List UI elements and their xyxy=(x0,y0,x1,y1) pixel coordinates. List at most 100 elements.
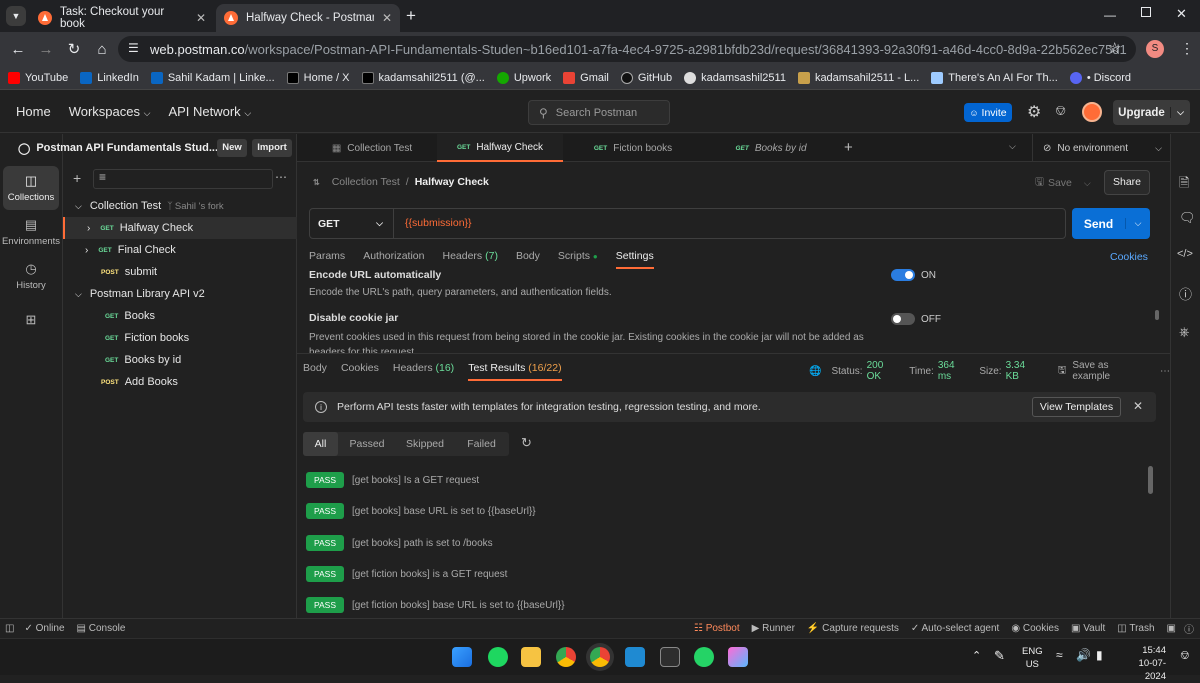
more-options-icon[interactable]: ⋯ xyxy=(1160,366,1170,377)
sidebar-item-halfway-check[interactable]: › GET Halfway Check xyxy=(63,217,297,239)
console-button[interactable]: ▤ Console xyxy=(77,623,126,634)
tab-books-by-id[interactable]: GET Books by id xyxy=(703,134,839,162)
nav-workspaces[interactable]: Workspaces ⌵ xyxy=(69,104,151,119)
documentation-icon[interactable]: 🗎 xyxy=(1179,174,1189,196)
profile-avatar[interactable]: S xyxy=(1146,40,1164,58)
toggle-sidebar-icon[interactable]: ◫ xyxy=(5,623,14,634)
back-arrow-icon[interactable]: ← xyxy=(4,41,32,58)
url-input[interactable]: {{submission}} xyxy=(405,217,472,229)
trash-button[interactable]: ◫ Trash xyxy=(1117,623,1154,634)
browser-tab-halfway[interactable]: Halfway Check - Postman API F ✕ xyxy=(216,4,400,32)
bookmark-gmail[interactable]: Gmail xyxy=(557,71,615,84)
tab-collection-test[interactable]: ▦ Collection Test xyxy=(309,134,435,162)
vscode-icon[interactable] xyxy=(625,647,645,667)
import-button[interactable]: Import xyxy=(252,139,292,157)
related-collections-icon[interactable]: ⎈ xyxy=(1179,324,1189,340)
filter-passed[interactable]: Passed xyxy=(338,438,396,450)
bookmark-kadam-2[interactable]: kadamsahil2511 - L... xyxy=(792,71,925,84)
vault-button[interactable]: ▣ Vault xyxy=(1071,623,1105,634)
battery-icon[interactable]: ▮ xyxy=(1096,648,1103,662)
forward-arrow-icon[interactable]: → xyxy=(32,41,60,58)
chevron-down-icon[interactable]: ⌵ xyxy=(1009,141,1016,152)
nav-home[interactable]: Home xyxy=(16,104,51,119)
upgrade-button[interactable]: Upgrade ⌵ xyxy=(1113,100,1190,125)
save-as-example-button[interactable]: Save as example xyxy=(1072,360,1146,382)
cookies-link[interactable]: Cookies xyxy=(1110,251,1148,263)
bookmark-theresanai[interactable]: There's An AI For Th... xyxy=(925,71,1064,84)
notification-bell-icon[interactable]: ⎊ xyxy=(1180,648,1190,663)
environment-selector[interactable]: ⊘ No environment ⌵ xyxy=(1032,134,1170,162)
chrome-icon[interactable] xyxy=(556,647,576,667)
refresh-icon[interactable]: ↻ xyxy=(521,435,532,451)
layout-toggle-icon[interactable]: ▣ xyxy=(1167,623,1176,634)
auto-select-agent-button[interactable]: ✓ Auto-select agent xyxy=(911,623,999,634)
workspace-name[interactable]: Postman API Fundamentals Stud... xyxy=(36,142,218,154)
runner-button[interactable]: ▶ Runner xyxy=(752,623,795,634)
resp-tab-test-results[interactable]: Test Results (16/22) xyxy=(468,362,562,381)
response-size[interactable]: 3.34 KB xyxy=(1006,360,1040,382)
collection-collection-test[interactable]: ⌵ Collection Test ᛉ Sahil 's fork xyxy=(63,195,297,217)
bookmark-star-icon[interactable]: ☆ xyxy=(1108,39,1121,57)
more-options-icon[interactable]: ⋯ xyxy=(275,170,287,184)
rail-history[interactable]: ◷ History xyxy=(3,254,59,298)
settings-gear-icon[interactable]: ⚙ xyxy=(1027,102,1041,122)
share-button[interactable]: Share xyxy=(1104,170,1150,195)
chevron-down-icon[interactable]: ⌵ xyxy=(1170,107,1190,118)
terminal-icon[interactable] xyxy=(660,647,680,667)
language-indicator[interactable]: ENG US xyxy=(1022,645,1043,671)
resp-tab-body[interactable]: Body xyxy=(303,362,327,374)
comments-icon[interactable]: 🗨 xyxy=(1179,210,1196,226)
spotify-icon[interactable] xyxy=(488,647,508,667)
tab-halfway-check[interactable]: GET Halfway Check xyxy=(437,134,563,162)
settings-scrollbar[interactable] xyxy=(1155,310,1159,320)
more-menu-icon[interactable]: ⋮ xyxy=(1180,40,1194,57)
bookmark-youtube[interactable]: YouTube xyxy=(2,71,74,84)
sidebar-item-submit[interactable]: POST submit xyxy=(63,261,297,283)
rail-collections[interactable]: ◫ Collections xyxy=(3,166,59,210)
bookmark-linkedin[interactable]: LinkedIn xyxy=(74,71,145,84)
capture-requests-button[interactable]: ⚡ Capture requests xyxy=(807,623,899,634)
search-input[interactable]: ⚲ Search Postman xyxy=(528,100,670,125)
rail-configure[interactable]: ⊞ xyxy=(3,298,59,342)
results-scrollbar[interactable] xyxy=(1148,466,1153,494)
send-button[interactable]: Send ⌵ xyxy=(1072,208,1150,239)
bookmark-github[interactable]: GitHub xyxy=(615,71,678,84)
new-button[interactable]: New xyxy=(217,139,247,157)
status-code[interactable]: 200 OK xyxy=(867,360,900,382)
help-icon[interactable]: ⓘ xyxy=(1184,621,1194,636)
sidebar-item-final-check[interactable]: › GET Final Check xyxy=(63,239,297,261)
postbot-button[interactable]: ☷ Postbot xyxy=(694,623,740,634)
close-icon[interactable]: ✕ xyxy=(382,11,392,25)
rail-environments[interactable]: ▤ Environments xyxy=(2,210,60,254)
copilot-icon[interactable] xyxy=(728,647,748,667)
file-explorer-icon[interactable] xyxy=(521,647,541,667)
user-avatar[interactable] xyxy=(1082,102,1102,122)
nav-api-network[interactable]: API Network ⌵ xyxy=(168,104,251,119)
bookmark-kadam-1[interactable]: kadamsashil2511 xyxy=(678,71,792,84)
window-close-icon[interactable]: ✕ xyxy=(1176,6,1187,22)
window-restore-icon[interactable] xyxy=(1141,7,1151,17)
wifi-icon[interactable]: ≈ xyxy=(1056,648,1063,662)
site-info-icon[interactable]: ☰ xyxy=(128,41,139,55)
online-status[interactable]: ✓ Online xyxy=(24,623,64,634)
code-icon[interactable]: </> xyxy=(1177,248,1193,260)
browser-tab-task[interactable]: Task: Checkout your book ✕ xyxy=(30,4,214,32)
address-bar[interactable]: ☰ web.postman.co/workspace/Postman-API-F… xyxy=(118,36,1136,62)
filter-failed[interactable]: Failed xyxy=(454,438,509,450)
tab-search-button[interactable]: ▼ xyxy=(6,6,26,26)
bookmark-x-profile[interactable]: kadamsahil2511 (@... xyxy=(356,71,491,84)
collection-postman-library[interactable]: ⌵ Postman Library API v2 xyxy=(63,283,297,305)
clock[interactable]: 15:44 10-07-2024 xyxy=(1118,644,1166,683)
sidebar-item-books-by-id[interactable]: GET Books by id xyxy=(63,349,297,371)
sidebar-item-books[interactable]: GET Books xyxy=(63,305,297,327)
bookmark-discord[interactable]: • Discord xyxy=(1064,71,1137,84)
resp-tab-headers[interactable]: Headers (16) xyxy=(393,362,454,374)
bookmark-linkedin-profile[interactable]: Sahil Kadam | Linke... xyxy=(145,71,281,84)
reload-icon[interactable]: ↻ xyxy=(60,40,88,58)
view-templates-button[interactable]: View Templates xyxy=(1032,397,1121,417)
tray-app-icon[interactable]: ✎ xyxy=(994,648,1005,664)
windows-start-icon[interactable] xyxy=(452,647,472,667)
window-minimize-icon[interactable]: — xyxy=(1104,8,1116,22)
disable-cookie-jar-toggle[interactable]: OFF xyxy=(891,313,941,325)
home-icon[interactable]: ⌂ xyxy=(88,41,116,58)
